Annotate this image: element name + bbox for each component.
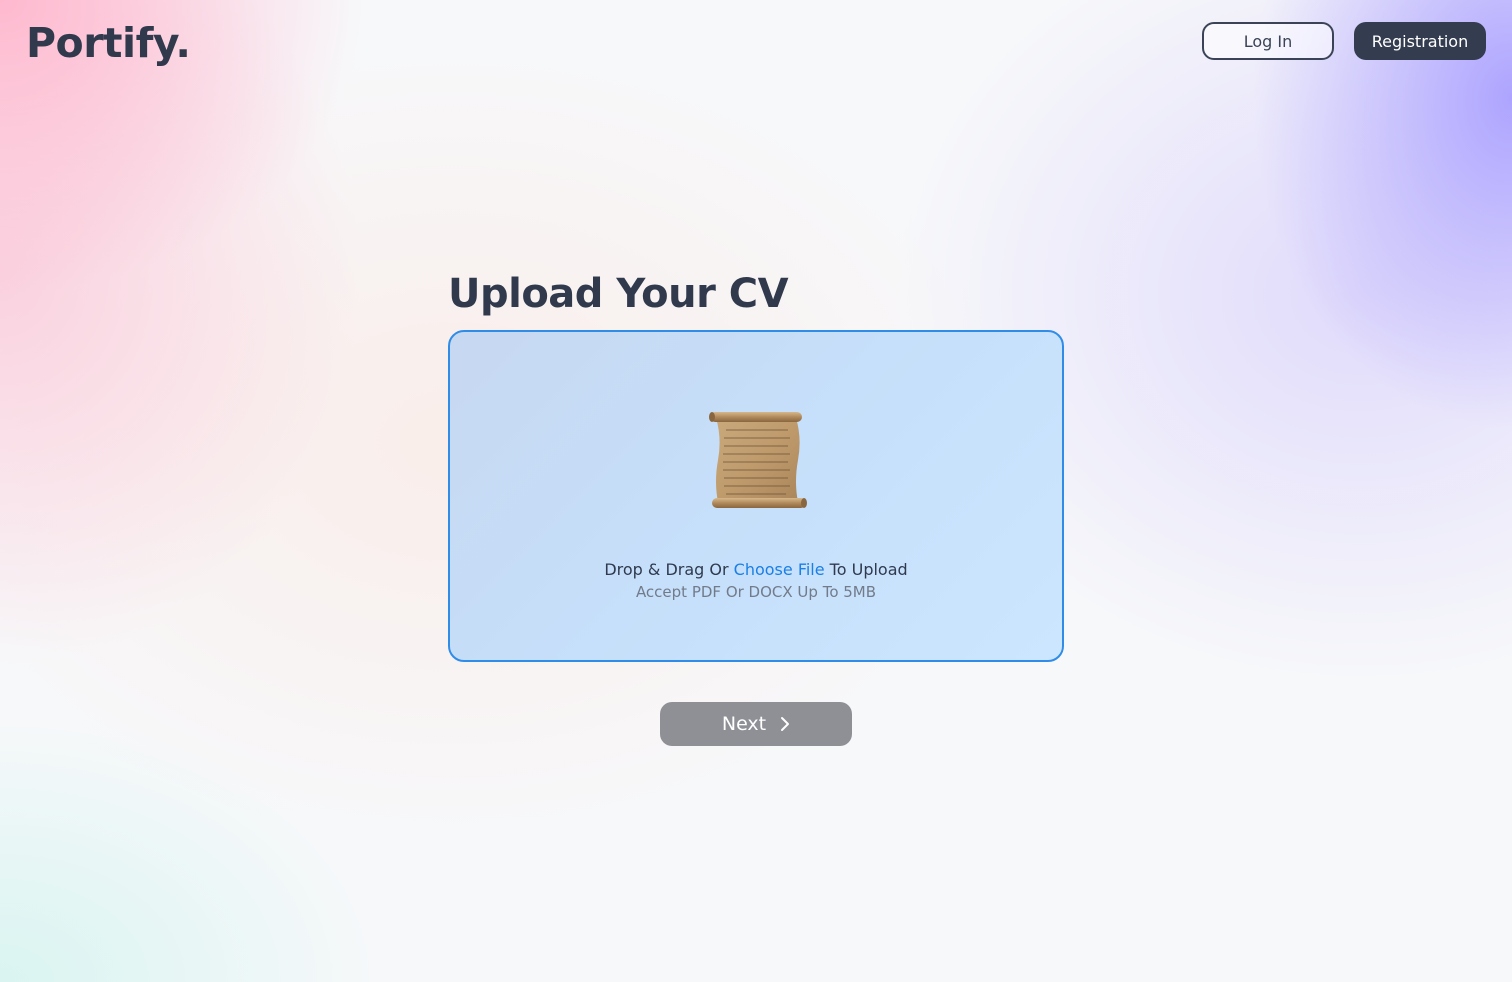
chevron-right-icon [781,717,790,731]
page-title: Upload Your CV [448,271,789,317]
next-button-label: Next [721,713,767,735]
next-button[interactable]: Next [660,702,852,746]
logo[interactable]: Portify. [26,19,191,67]
accepted-formats-hint: Accept PDF Or DOCX Up To 5MB [635,583,877,601]
registration-button-label: Registration [1371,31,1469,51]
login-button[interactable]: Log In [1202,22,1334,60]
registration-button[interactable]: Registration [1354,22,1486,60]
dropzone-text-before: Drop & Drag Or [604,560,734,579]
cv-upload-dropzone[interactable]: Drop & Drag Or Choose File To Upload Acc… [448,330,1064,662]
choose-file-link[interactable]: Choose File [734,560,825,579]
scroll-document-icon [709,412,807,508]
dropzone-instruction: Drop & Drag Or Choose File To Upload [450,560,1062,579]
dropzone-text-after: To Upload [824,560,908,579]
login-button-label: Log In [1243,31,1293,51]
